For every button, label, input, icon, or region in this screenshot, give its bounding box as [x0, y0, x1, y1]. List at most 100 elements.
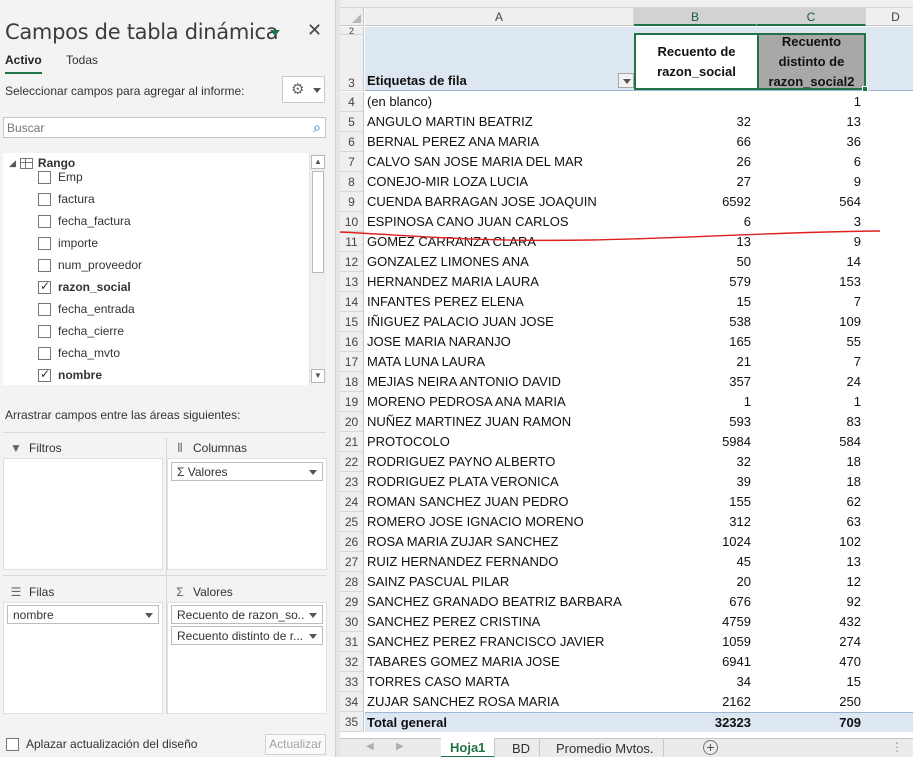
row-header[interactable]: 25: [340, 512, 364, 532]
row-header[interactable]: 16: [340, 332, 364, 352]
row-header[interactable]: 5: [340, 112, 364, 132]
count-cell[interactable]: 20: [634, 572, 754, 592]
row-header-3[interactable]: 3: [340, 35, 364, 91]
distinct-count-cell[interactable]: 3: [757, 212, 864, 232]
field-checkbox[interactable]: [38, 170, 51, 184]
distinct-count-cell[interactable]: 55: [757, 332, 864, 352]
row-header[interactable]: 30: [340, 612, 364, 632]
row-header[interactable]: 7: [340, 152, 364, 172]
count-cell[interactable]: 50: [634, 252, 754, 272]
field-checkbox[interactable]: [38, 214, 51, 228]
row-header[interactable]: 34: [340, 692, 364, 712]
count-cell[interactable]: 6941: [634, 652, 754, 672]
column-header-b[interactable]: B: [634, 8, 757, 26]
chevron-down-icon[interactable]: [309, 613, 317, 618]
task-pane-options-icon[interactable]: [270, 30, 280, 36]
count-cell[interactable]: 21: [634, 352, 754, 372]
count-cell[interactable]: 2162: [634, 692, 754, 712]
row-header[interactable]: 21: [340, 432, 364, 452]
row-header[interactable]: 11: [340, 232, 364, 252]
distinct-count-cell[interactable]: 92: [757, 592, 864, 612]
row-label-cell[interactable]: (en blanco): [367, 92, 632, 112]
row-label-cell[interactable]: CONEJO-MIR LOZA LUCIA: [367, 172, 632, 192]
distinct-count-cell[interactable]: 153: [757, 272, 864, 292]
area-rows-drop-zone[interactable]: nombre: [3, 602, 163, 714]
row-label-cell[interactable]: CALVO SAN JOSE MARIA DEL MAR: [367, 152, 632, 172]
row-header-2[interactable]: 2: [340, 27, 364, 36]
add-sheet-icon[interactable]: +: [703, 740, 718, 755]
count-cell[interactable]: 4759: [634, 612, 754, 632]
distinct-count-cell[interactable]: 274: [757, 632, 864, 652]
count-cell[interactable]: 676: [634, 592, 754, 612]
count-cell[interactable]: 34: [634, 672, 754, 692]
count-cell[interactable]: 32323: [634, 713, 754, 733]
distinct-count-cell[interactable]: 7: [757, 292, 864, 312]
row-label-cell[interactable]: JOSE MARIA NARANJO: [367, 332, 632, 352]
row-label-cell[interactable]: RODRIGUEZ PLATA VERONICA: [367, 472, 632, 492]
distinct-count-cell[interactable]: 18: [757, 472, 864, 492]
distinct-count-cell[interactable]: 13: [757, 112, 864, 132]
row-label-cell[interactable]: RODRIGUEZ PAYNO ALBERTO: [367, 452, 632, 472]
field-row[interactable]: factura: [38, 190, 95, 208]
row-header[interactable]: 35: [340, 712, 364, 732]
row-label-cell[interactable]: ROMERO JOSE IGNACIO MORENO: [367, 512, 632, 532]
values-chip-distinct-count[interactable]: Recuento distinto de r...: [171, 626, 323, 645]
count-cell[interactable]: 1: [634, 392, 754, 412]
row-label-cell[interactable]: IÑIGUEZ PALACIO JUAN JOSE: [367, 312, 632, 332]
count-cell[interactable]: 579: [634, 272, 754, 292]
count-cell[interactable]: 39: [634, 472, 754, 492]
row-label-cell[interactable]: TABARES GOMEZ MARIA JOSE: [367, 652, 632, 672]
row-label-cell[interactable]: ANGULO MARTIN BEATRIZ: [367, 112, 632, 132]
row-label-cell[interactable]: MORENO PEDROSA ANA MARIA: [367, 392, 632, 412]
field-checkbox[interactable]: [38, 367, 51, 382]
row-label-cell[interactable]: ROMAN SANCHEZ JUAN PEDRO: [367, 492, 632, 512]
sheet-tab-promedio[interactable]: Promedio Mvtos.: [547, 739, 664, 757]
count-cell[interactable]: 32: [634, 112, 754, 132]
row-label-cell[interactable]: BERNAL PEREZ ANA MARIA: [367, 132, 632, 152]
field-row[interactable]: Emp: [38, 168, 83, 186]
count-cell[interactable]: [634, 92, 754, 112]
distinct-count-cell[interactable]: 83: [757, 412, 864, 432]
prev-sheet-icon[interactable]: ◀: [366, 741, 374, 752]
row-header[interactable]: 13: [340, 272, 364, 292]
field-row[interactable]: fecha_factura: [38, 212, 131, 230]
tab-all[interactable]: Todas: [66, 53, 98, 67]
row-header[interactable]: 10: [340, 212, 364, 232]
row-label-cell[interactable]: GOMEZ CARRANZA CLARA: [367, 232, 632, 252]
row-header[interactable]: 23: [340, 472, 364, 492]
field-row[interactable]: importe: [38, 234, 98, 252]
count-cell[interactable]: 155: [634, 492, 754, 512]
row-header[interactable]: 12: [340, 252, 364, 272]
count-cell[interactable]: 15: [634, 292, 754, 312]
field-checkbox[interactable]: [38, 236, 51, 250]
row-header[interactable]: 17: [340, 352, 364, 372]
row-header[interactable]: 6: [340, 132, 364, 152]
row-header[interactable]: 22: [340, 452, 364, 472]
row-header[interactable]: 31: [340, 632, 364, 652]
count-cell[interactable]: 45: [634, 552, 754, 572]
sheet-tab-hoja1[interactable]: Hoja1: [441, 738, 496, 757]
tools-button[interactable]: ⚙: [282, 76, 325, 103]
row-label-cell[interactable]: ESPINOSA CANO JUAN CARLOS: [367, 212, 632, 232]
row-label-cell[interactable]: MATA LUNA LAURA: [367, 352, 632, 372]
count-cell[interactable]: 165: [634, 332, 754, 352]
row-label-cell[interactable]: Total general: [367, 713, 632, 733]
count-cell[interactable]: 593: [634, 412, 754, 432]
field-checkbox[interactable]: [38, 192, 51, 206]
distinct-count-cell[interactable]: 12: [757, 572, 864, 592]
row-header[interactable]: 32: [340, 652, 364, 672]
field-row[interactable]: razon_social: [38, 278, 131, 296]
count-cell[interactable]: 5984: [634, 432, 754, 452]
field-row[interactable]: num_proveedor: [38, 256, 142, 274]
columns-chip-valores[interactable]: Σ Valores: [171, 462, 323, 481]
checkbox[interactable]: [6, 737, 19, 751]
distinct-count-cell[interactable]: 13: [757, 552, 864, 572]
distinct-count-cell[interactable]: 432: [757, 612, 864, 632]
row-header[interactable]: 26: [340, 532, 364, 552]
field-checkbox[interactable]: [38, 324, 51, 338]
distinct-count-cell[interactable]: 63: [757, 512, 864, 532]
header-distinct-count[interactable]: Recuento distinto de razon_social2: [757, 33, 866, 90]
row-label-cell[interactable]: PROTOCOLO: [367, 432, 632, 452]
distinct-count-cell[interactable]: 9: [757, 172, 864, 192]
field-row[interactable]: fecha_entrada: [38, 300, 135, 318]
